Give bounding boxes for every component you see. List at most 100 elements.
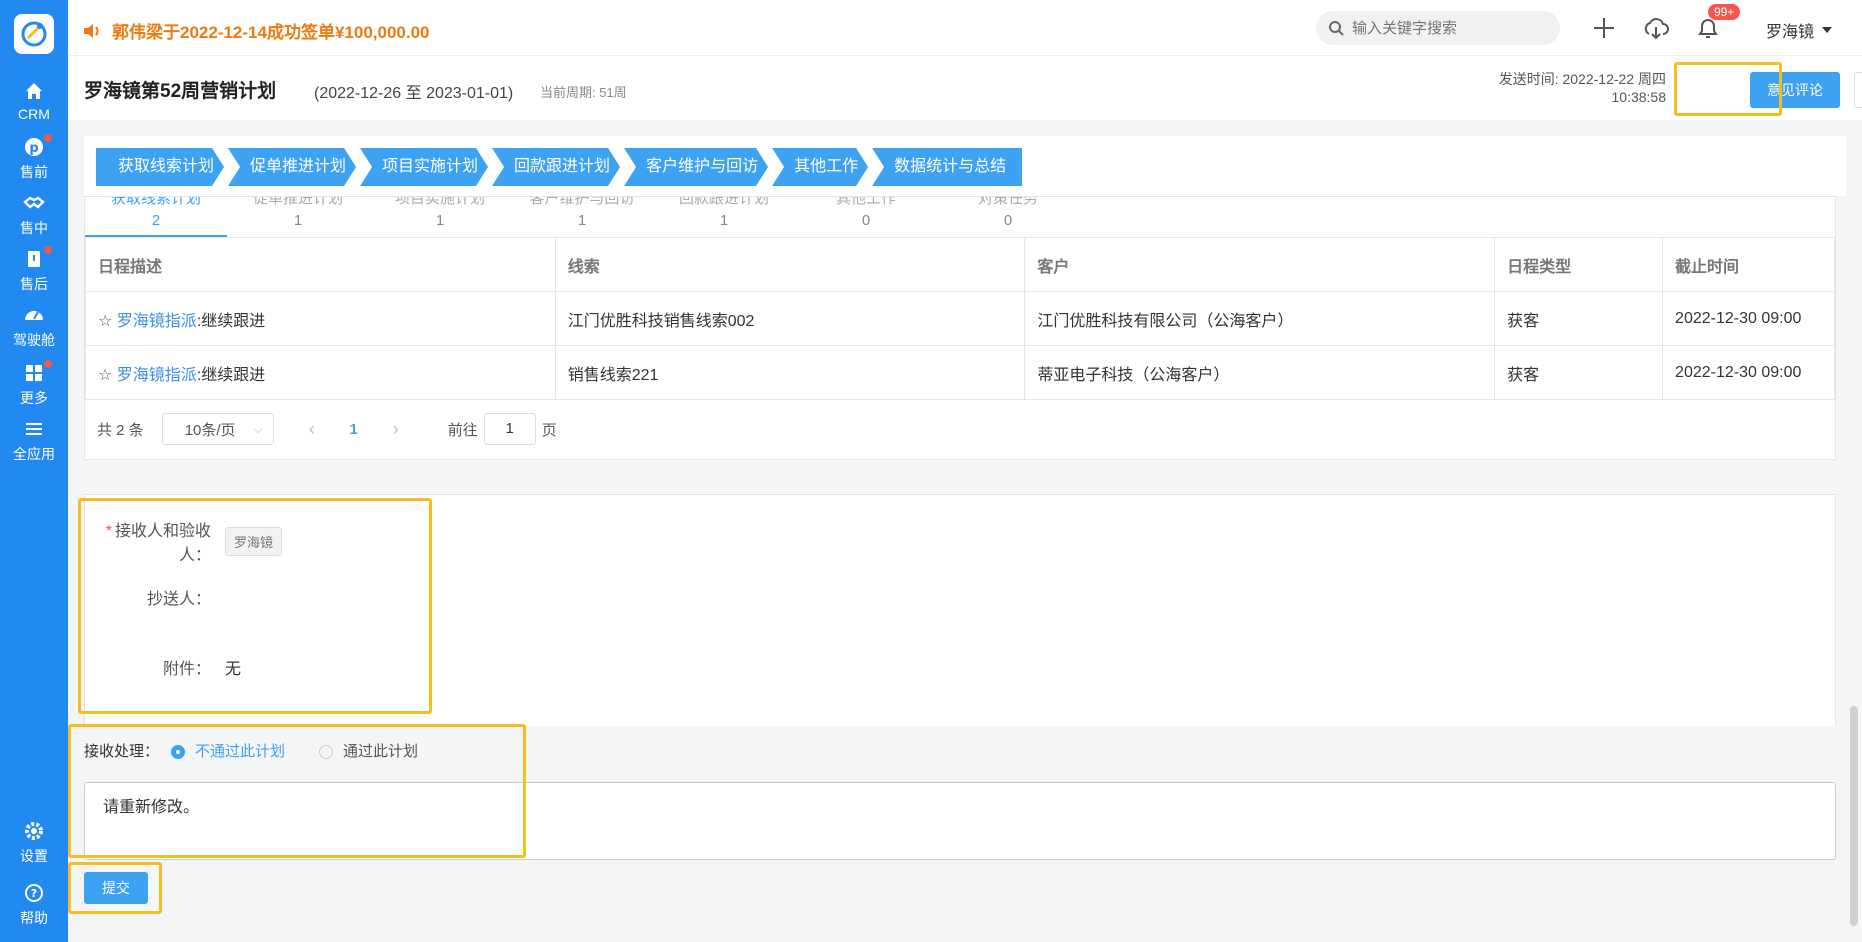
cloud-download-icon[interactable] — [1642, 14, 1670, 42]
process-row: 接收处理： 不通过此计划 通过此计划 — [84, 740, 1836, 761]
radio-unchecked-icon — [319, 745, 334, 760]
tab-countermeasures[interactable]: 对策任务 0 — [937, 197, 1079, 237]
plan-form: * 接收人和验收人： 罗海镜 抄送人： 附件： 无 — [84, 494, 1836, 726]
column-header[interactable]: 截止时间 — [1662, 237, 1835, 292]
pinterest-icon: p — [25, 138, 43, 156]
assigner-link[interactable]: 罗海镜指派 — [117, 313, 197, 330]
send-time-clock: 10:38:58 — [1611, 89, 1667, 105]
attachment-value: 无 — [225, 661, 242, 678]
search-input[interactable] — [1352, 19, 1542, 37]
star-icon[interactable]: ☆ — [98, 313, 112, 330]
cell-type: 获客 — [1494, 345, 1664, 400]
sidebar-item-cockpit[interactable]: 驾驶舱 — [0, 304, 68, 350]
help-icon: ? — [25, 884, 43, 902]
goto-label: 前往 — [447, 421, 478, 439]
sidebar-item-label: 售前 — [20, 164, 48, 180]
cell-description: ☆ 罗海镜指派:继续跟进 — [85, 291, 556, 346]
comment-button[interactable]: 意见评论 — [1750, 72, 1840, 108]
sidebar-item-settings[interactable]: 设置 — [0, 820, 68, 866]
tab-count: 0 — [861, 212, 871, 229]
page-title: 罗海镜第52周营销计划 — [84, 81, 277, 102]
back-button[interactable]: 返回 — [1854, 72, 1862, 108]
search-icon — [1329, 21, 1344, 36]
step-customer-care[interactable]: 客户维护与回访 — [624, 148, 768, 186]
receiver-row: * 接收人和验收人： 罗海镜 — [85, 517, 283, 565]
dashboard-icon — [25, 311, 43, 320]
receiver-tag[interactable]: 罗海镜 — [225, 526, 283, 556]
description-text: :继续跟进 — [196, 312, 266, 330]
step-get-leads[interactable]: 获取线索计划 — [96, 148, 224, 186]
tab-label: 促单推进计划 — [252, 197, 343, 207]
svg-text:p: p — [29, 141, 38, 156]
cc-label: 抄送人： — [146, 591, 211, 608]
tab-count: 1 — [577, 212, 587, 229]
radio-accept-label: 通过此计划 — [343, 743, 419, 760]
step-other-work[interactable]: 其他工作 — [772, 148, 868, 186]
tab-other-work[interactable]: 其他工作 0 — [795, 197, 937, 237]
attachment-row: 附件： 无 — [85, 655, 241, 679]
table-row[interactable]: ☆ 罗海镜指派:继续跟进 销售线索221 蒂亚电子科技（公海客户） 获客 202… — [85, 345, 1835, 400]
step-promote-deal[interactable]: 促单推进计划 — [228, 148, 356, 186]
sidebar: CRM p 售前 售中 售后 驾驶舱 更多 全应用 设置 ? 帮助 — [0, 0, 68, 942]
tab-label: 项目实施计划 — [394, 197, 485, 207]
sidebar-item-presale[interactable]: p 售前 — [0, 134, 68, 182]
user-name: 罗海镜 — [1766, 24, 1815, 41]
step-data-summary[interactable]: 数据统计与总结 — [872, 148, 1023, 186]
send-time-date: 发送时间: 2022-12-22 周四 — [1498, 71, 1666, 87]
notice-banner[interactable]: 郭伟梁于2022-12-14成功签单¥100,000.00 — [82, 18, 430, 43]
cell-deadline: 2022-12-30 09:00 — [1662, 291, 1835, 346]
app-logo[interactable] — [14, 14, 54, 54]
step-project-impl[interactable]: 项目实施计划 — [360, 148, 488, 186]
cell-customer: 江门优胜科技有限公司（公海客户） — [1024, 291, 1496, 346]
column-header[interactable]: 日程描述 — [85, 237, 556, 292]
sidebar-item-help[interactable]: ? 帮助 — [0, 882, 68, 928]
sidebar-item-all-apps[interactable]: 全应用 — [0, 418, 68, 464]
column-header[interactable]: 线索 — [554, 237, 1026, 292]
next-page-icon[interactable]: › — [374, 419, 418, 440]
page-number[interactable]: 1 — [334, 421, 374, 438]
submit-button[interactable]: 提交 — [84, 872, 148, 904]
receiver-label-text: 接收人和验收人： — [114, 523, 211, 564]
tab-label: 获取线索计划 — [110, 197, 201, 207]
cell-clue: 江门优胜科技销售线索002 — [554, 291, 1026, 346]
column-header[interactable]: 日程类型 — [1494, 237, 1664, 292]
column-header[interactable]: 客户 — [1024, 237, 1496, 292]
radio-reject[interactable]: 不通过此计划 — [171, 740, 285, 761]
tab-payment-followup[interactable]: 回款跟进计划 1 — [653, 197, 795, 237]
cell-description: ☆ 罗海镜指派:继续跟进 — [85, 345, 556, 400]
cell-customer: 蒂亚电子科技（公海客户） — [1024, 345, 1496, 400]
add-icon[interactable] — [1590, 14, 1618, 42]
sidebar-item-insale[interactable]: 售中 — [0, 192, 68, 238]
sidebar-item-more[interactable]: 更多 — [0, 360, 68, 408]
scrollbar[interactable] — [1850, 706, 1858, 926]
clipboard-icon — [28, 251, 40, 267]
handshake-icon — [23, 196, 45, 209]
tab-promote-deal[interactable]: 促单推进计划 1 — [227, 197, 369, 237]
radio-accept[interactable]: 通过此计划 — [319, 740, 418, 761]
goto-page-input[interactable]: 1 — [483, 413, 536, 445]
comment-textarea[interactable]: 请重新修改。 — [84, 782, 1836, 860]
tab-count: 1 — [719, 212, 729, 229]
notice-text: 郭伟梁于2022-12-14成功签单¥100,000.00 — [112, 23, 430, 42]
page-size-select[interactable]: 10条/页 ⌵ — [161, 413, 274, 445]
star-icon[interactable]: ☆ — [98, 367, 112, 384]
sidebar-item-label: 帮助 — [20, 910, 48, 926]
radio-checked-icon — [171, 745, 186, 760]
cell-clue: 销售线索221 — [554, 345, 1026, 400]
sidebar-item-crm[interactable]: CRM — [0, 80, 68, 122]
prev-page-icon[interactable]: ‹ — [290, 419, 334, 440]
table-row[interactable]: ☆ 罗海镜指派:继续跟进 江门优胜科技销售线索002 江门优胜科技有限公司（公海… — [85, 291, 1835, 346]
total-count: 共 2 条 — [97, 421, 144, 439]
tab-project-impl[interactable]: 项目实施计划 1 — [369, 197, 511, 237]
assigner-link[interactable]: 罗海镜指派 — [117, 367, 197, 384]
user-menu[interactable]: 罗海镜 — [1766, 18, 1833, 42]
sidebar-item-aftersale[interactable]: 售后 — [0, 246, 68, 294]
topbar: 郭伟梁于2022-12-14成功签单¥100,000.00 99+ 罗海镜 — [68, 0, 1862, 56]
page-suffix: 页 — [541, 421, 557, 439]
search-box[interactable] — [1316, 11, 1560, 45]
plan-period: (2022-12-26 至 2023-01-01) — [314, 85, 514, 102]
category-tabs: 获取线索计划 2 促单推进计划 1 项目实施计划 1 客户维护与回访 1 回款跟进计划 1… — [85, 197, 1079, 237]
tab-customer-care[interactable]: 客户维护与回访 1 — [511, 197, 653, 237]
tab-get-leads[interactable]: 获取线索计划 2 — [85, 197, 227, 237]
step-payment-followup[interactable]: 回款跟进计划 — [492, 148, 620, 186]
